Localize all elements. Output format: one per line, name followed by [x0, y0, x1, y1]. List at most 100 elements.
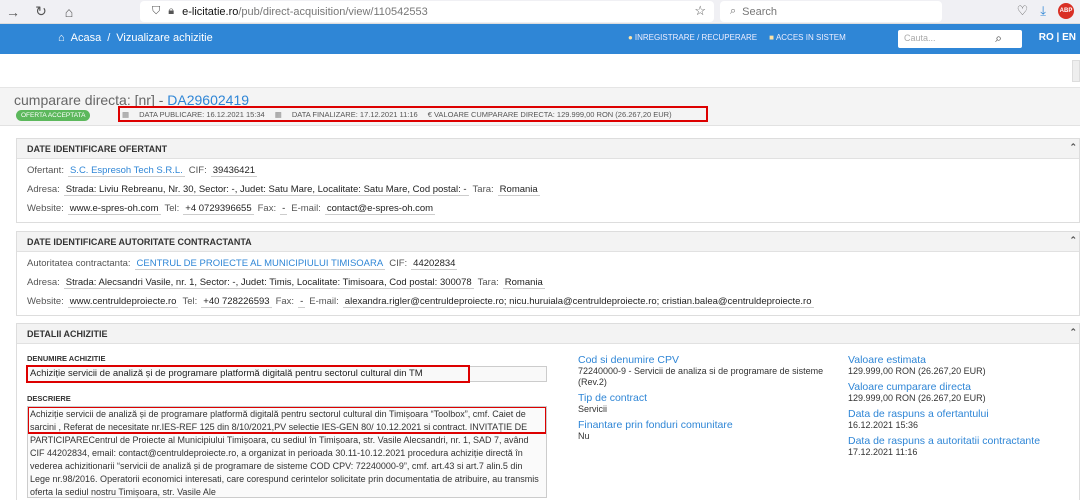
field-label: Tara:	[477, 277, 499, 288]
purchase-value: € VALOARE CUMPARARE DIRECTA: 129.999,00 …	[427, 109, 672, 119]
reload-icon[interactable]: ↻	[32, 3, 50, 20]
purchase-value-detail: 129.999,00 RON (26.267,20 EUR)	[848, 393, 986, 403]
bidder-country: Romania	[497, 183, 540, 196]
lock-icon: 🔒︎	[168, 5, 175, 17]
field-label: Website:	[27, 203, 64, 214]
highlight-box	[28, 407, 546, 434]
toolbar-button[interactable]	[1072, 60, 1080, 82]
home-icon: ⌂	[58, 32, 65, 44]
publish-date: DATA PUBLICARE: 16.12.2021 15:34	[139, 109, 265, 119]
browser-search-input[interactable]: ⌕ Search	[720, 1, 942, 22]
dates-summary: ▦ DATA PUBLICARE: 16.12.2021 15:34 ▦ DATA …	[118, 106, 708, 122]
status-badge: OFERTA ACCEPTATA	[16, 110, 91, 121]
collapse-icon[interactable]: ⌃	[1069, 142, 1077, 153]
pocket-icon[interactable]: ♡	[1017, 3, 1029, 19]
site-search-placeholder: Cauta...	[904, 33, 936, 43]
user-icon: ●	[628, 33, 633, 42]
contract-type-label: Tip de contract	[578, 392, 648, 404]
calendar-icon: ▦	[122, 109, 130, 119]
field-label: Ofertant:	[27, 165, 64, 176]
bidder-response-label: Data de raspuns a ofertantului	[848, 408, 989, 420]
search-icon[interactable]: ⌕	[995, 31, 1002, 46]
field-label: Adresa:	[27, 277, 60, 288]
url-path: /pub/direct-acquisition/view/110542553	[238, 5, 428, 18]
procurement-header: cumparare directa: [nr] - DA29602419 OFE…	[0, 88, 1080, 126]
panel-heading[interactable]: DATE IDENTIFICARE AUTORITATE CONTRACTANT…	[17, 232, 1079, 252]
breadcrumb-separator: /	[107, 32, 111, 44]
eu-funding-value: Nu	[578, 431, 590, 441]
authority-address: Strada: Alecsandri Vasile, nr. 1, Sector…	[63, 276, 474, 289]
description-field[interactable]: Achiziție servicii de analiză și de prog…	[27, 406, 547, 498]
contract-info: Cod si denumire CPV 72240000-9 - Servici…	[578, 354, 828, 446]
bidder-address: Strada: Liviu Rebreanu, Nr. 30, Sector: …	[63, 183, 469, 196]
shield-icon: ⛉	[152, 5, 161, 17]
register-link[interactable]: ● INREGISTRARE / RECUPERARE	[628, 33, 757, 42]
procurement-title-field: Achiziție servicii de analiză și de prog…	[26, 365, 547, 383]
browser-search-placeholder: Search	[742, 5, 778, 18]
field-label: Tara:	[472, 184, 494, 195]
bidder-website: www.e-spres-oh.com	[67, 202, 161, 215]
breadcrumb-home[interactable]: Acasa	[71, 32, 102, 44]
url-host: e-licitatie.ro	[182, 5, 239, 18]
bidder-panel: DATE IDENTIFICARE OFERTANT ⌃ Ofertant: S.…	[16, 138, 1080, 223]
authority-fax: -	[298, 295, 306, 308]
collapse-icon[interactable]: ⌃	[1069, 235, 1077, 246]
site-search-input[interactable]: Cauta... ⌕	[898, 30, 1022, 48]
collapse-icon[interactable]: ⌃	[1069, 327, 1077, 338]
authority-response-label: Data de raspuns a autoritatii contractan…	[848, 435, 1041, 447]
field-label: Tel:	[164, 203, 180, 214]
language-switch[interactable]: RO | EN	[1039, 32, 1076, 43]
site-header: ⌂ Acasa / Vizualizare achizitie ● INREGIS…	[0, 24, 1080, 54]
final-date: DATA FINALIZARE: 17.12.2021 11:16	[291, 109, 418, 119]
calendar-icon: ▦	[274, 109, 282, 119]
bidder-cif: 39436421	[210, 164, 258, 177]
field-label: CIF:	[389, 258, 408, 269]
url-bar[interactable]: ⛉ 🔒︎ e-licitatie.ro/pub/direct-acquisiti…	[140, 1, 714, 22]
eu-funding-label: Finantare prin fonduri comunitare	[578, 419, 733, 431]
authority-name-link[interactable]: CENTRUL DE PROIECTE AL MUNICIPIULUI TIMI…	[134, 258, 386, 270]
purchase-value-label: Valoare cumparare directa	[848, 381, 971, 393]
adblock-icon[interactable]: ABP	[1058, 3, 1074, 19]
toolbar-area	[0, 54, 1080, 88]
estimated-value-label: Valoare estimata	[848, 354, 927, 366]
field-label: E-mail:	[291, 203, 321, 214]
field-label: Fax:	[257, 203, 277, 214]
field-label: E-mail:	[309, 296, 339, 307]
field-label: CIF:	[188, 165, 207, 176]
field-label: Adresa:	[27, 184, 60, 195]
bidder-email: contact@e-spres-oh.com	[324, 202, 436, 215]
authority-email: alexandra.rigler@centruldeproiecte.ro; n…	[342, 295, 814, 308]
panel-heading[interactable]: DETALII ACHIZITIE ⌃	[17, 324, 1079, 344]
authority-website: www.centruldeproiecte.ro	[67, 295, 179, 308]
authority-cif: 44202834	[411, 257, 458, 270]
bidder-name-link[interactable]: S.C. Espresoh Tech S.R.L.	[67, 165, 185, 177]
download-icon[interactable]: ⤓	[1040, 3, 1046, 19]
back-arrow-icon[interactable]: →	[4, 4, 22, 20]
bidder-phone: +4 0729396655	[183, 202, 254, 215]
lock-icon: ■	[769, 33, 774, 42]
browser-toolbar: → ↻ ⌂ ⛉ 🔒︎ e-licitatie.ro/pub/direct-acq…	[0, 0, 1080, 24]
authority-response-date: 17.12.2021 11:16	[848, 447, 918, 457]
contract-type-value: Servicii	[578, 404, 608, 414]
search-icon: ⌕	[730, 5, 737, 17]
bidder-response-date: 16.12.2021 15:36	[848, 420, 919, 430]
value-info: Valoare estimata 129.999,00 RON (26.267,…	[848, 354, 1068, 462]
highlight-box	[26, 365, 470, 383]
field-label: Website:	[27, 296, 64, 307]
bidder-fax: -	[280, 202, 288, 215]
bookmark-star-icon[interactable]: ☆	[694, 3, 706, 19]
estimated-value: 129.999,00 RON (26.267,20 EUR)	[848, 366, 986, 376]
authority-phone: +40 728226593	[201, 295, 272, 308]
login-link[interactable]: ■ ACCES IN SISTEM	[769, 33, 846, 42]
description-label: DESCRIERE	[27, 394, 71, 403]
breadcrumb-current: Vizualizare achizitie	[116, 32, 213, 44]
field-label: Autoritatea contractanta:	[27, 258, 131, 269]
cpv-value: 72240000-9 - Servicii de analiza si de p…	[578, 366, 824, 387]
details-panel: DETALII ACHIZITIE ⌃ DENUMIRE ACHIZITIE Ac…	[16, 323, 1080, 500]
field-label: Tel:	[182, 296, 198, 307]
authority-country: Romania	[502, 276, 545, 289]
breadcrumb: ⌂ Acasa / Vizualizare achizitie	[58, 32, 213, 44]
panel-heading[interactable]: DATE IDENTIFICARE OFERTANT ⌃	[17, 139, 1079, 159]
home-icon[interactable]: ⌂	[60, 4, 78, 20]
authority-panel: DATE IDENTIFICARE AUTORITATE CONTRACTANT…	[16, 231, 1080, 316]
